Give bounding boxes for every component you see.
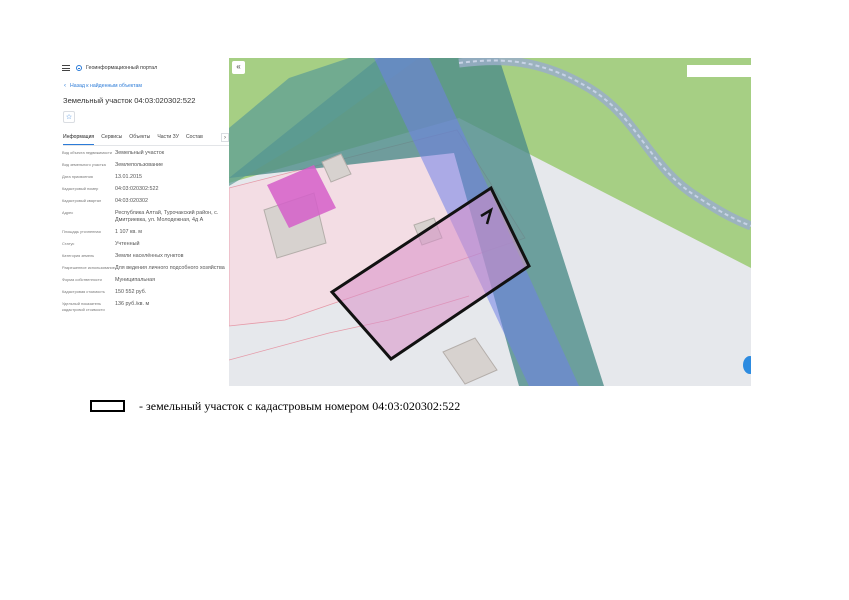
map-control-button[interactable] <box>743 356 751 374</box>
attribute-value: Для ведения личного подсобного хозяйства <box>115 265 225 271</box>
attribute-value: Муниципальная <box>115 277 156 283</box>
attribute-value: Земельный участок <box>115 150 165 156</box>
chevron-right-icon: › <box>224 134 226 141</box>
map-view[interactable]: « <box>229 58 751 386</box>
star-icon: ☆ <box>65 114 73 121</box>
attribute-value: Земли населённых пунктов <box>115 253 184 259</box>
attribute-row: Кадастровая стоимость 150 552 руб. <box>62 289 227 296</box>
legend: - земельный участок с кадастровым номеро… <box>90 398 460 414</box>
attribute-row: Дата присвоения 13.01.2015 <box>62 174 227 181</box>
parcel-title: Земельный участок 04:03:020302:522 <box>63 96 196 105</box>
attribute-key: Площадь уточненная <box>62 229 101 234</box>
attribute-key: Адрес <box>62 210 74 215</box>
attribute-key: Кадастровый квартал <box>62 198 102 203</box>
tab-bar: Информация Сервисы Объекты Части ЗУ Сост… <box>63 131 229 146</box>
attribute-value: Учтенный <box>115 241 140 247</box>
portal-screenshot: Геоинформационный портал ‹ Назад к найде… <box>58 58 751 386</box>
tabs-next-button[interactable]: › <box>221 133 229 142</box>
attribute-value: Землепользование <box>115 162 164 168</box>
collapse-panel-button[interactable]: « <box>232 61 245 74</box>
tab-services[interactable]: Сервисы <box>101 131 122 145</box>
attribute-value: Республика Алтай, Турочакский район, с. … <box>115 210 219 223</box>
tab-composition[interactable]: Состав <box>186 131 203 145</box>
attribute-row: Статус Учтенный <box>62 241 227 248</box>
map-search-box[interactable] <box>687 65 751 77</box>
attribute-key: Категория земель <box>62 253 95 258</box>
attribute-value: 1 107 кв. м <box>115 229 142 235</box>
attribute-value: 04:03:020302:522 <box>115 186 159 192</box>
attribute-key: Разрешенное использование <box>62 265 115 270</box>
portal-title: Геоинформационный портал <box>86 65 158 71</box>
attribute-key: Удельный показатель кадастровой стоимост… <box>62 301 105 312</box>
attribute-key: Статус <box>62 241 75 246</box>
attribute-value: 136 руб./кв. м <box>115 301 150 307</box>
tab-parts[interactable]: Части ЗУ <box>157 131 179 145</box>
attributes-list: Вид объекта недвижимости Земельный участ… <box>62 150 227 318</box>
menu-icon[interactable] <box>62 65 70 71</box>
legend-text: - земельный участок с кадастровым номеро… <box>139 398 461 413</box>
attribute-row: Адрес Республика Алтай, Турочакский райо… <box>62 210 227 224</box>
map-canvas[interactable] <box>229 58 751 386</box>
attribute-row: Площадь уточненная 1 107 кв. м <box>62 229 227 236</box>
attribute-row: Удельный показатель кадастровой стоимост… <box>62 301 227 313</box>
attribute-row: Вид земельного участка Землепользование <box>62 162 227 169</box>
attribute-row: Категория земель Земли населённых пункто… <box>62 253 227 260</box>
attribute-row: Форма собственности Муниципальная <box>62 277 227 284</box>
attribute-row: Кадастровый номер 04:03:020302:522 <box>62 186 227 193</box>
attribute-key: Форма собственности <box>62 277 102 282</box>
attribute-key: Вид земельного участка <box>62 162 106 167</box>
attribute-value: 04:03:020302 <box>115 198 148 204</box>
favorite-button[interactable]: ☆ <box>63 111 75 123</box>
portal-logo-icon <box>76 65 82 71</box>
attribute-row: Кадастровый квартал 04:03:020302 <box>62 198 227 205</box>
attribute-key: Кадастровая стоимость <box>62 289 105 294</box>
top-bar: Геоинформационный портал <box>62 63 227 73</box>
back-link-label: Назад к найденным объектам <box>70 83 142 89</box>
legend-symbol <box>90 400 125 412</box>
attribute-value: 13.01.2015 <box>115 174 142 180</box>
back-link[interactable]: ‹ Назад к найденным объектам <box>64 83 142 89</box>
attribute-key: Вид объекта недвижимости <box>62 150 112 155</box>
attribute-key: Кадастровый номер <box>62 186 99 191</box>
attribute-row: Вид объекта недвижимости Земельный участ… <box>62 150 227 157</box>
attribute-key: Дата присвоения <box>62 174 93 179</box>
attribute-row: Разрешенное использование Для ведения ли… <box>62 265 227 272</box>
attribute-value: 150 552 руб. <box>115 289 147 295</box>
info-panel: Геоинформационный портал ‹ Назад к найде… <box>58 58 229 386</box>
tab-objects[interactable]: Объекты <box>129 131 150 145</box>
tab-info[interactable]: Информация <box>63 131 95 145</box>
chevron-left-icon: ‹ <box>64 83 66 89</box>
